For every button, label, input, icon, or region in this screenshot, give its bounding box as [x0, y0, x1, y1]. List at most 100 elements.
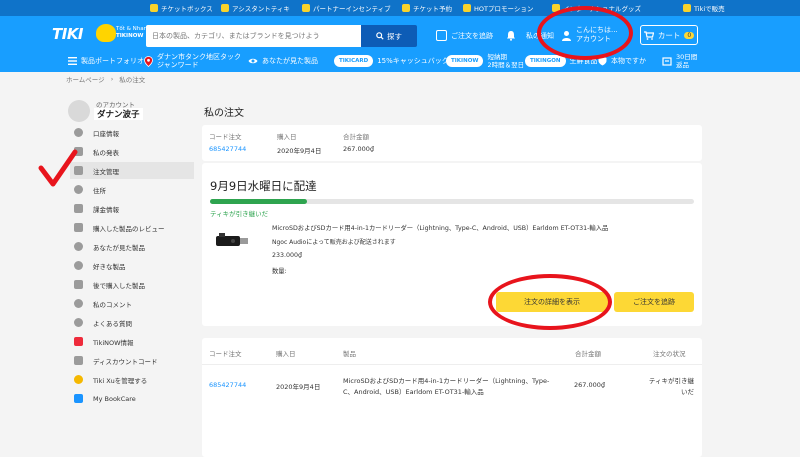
topbar-link-label: パートナーインセンティブ: [313, 5, 391, 13]
assistant-icon: [221, 4, 229, 12]
topbar-link-label: チケット予約: [413, 5, 452, 13]
sidebar-item-buy-later[interactable]: 後で購入した製品: [70, 276, 194, 293]
table-row-order-code[interactable]: 685427744: [209, 381, 246, 389]
sidebar-item-account-info[interactable]: 口座情報: [70, 124, 194, 141]
book-icon: [74, 394, 83, 403]
tikinow-text-2: 2時間＆翌日: [487, 61, 525, 69]
sidebar-item-favorites[interactable]: 好きな製品: [70, 257, 194, 274]
account-name: ダナン波子: [94, 108, 143, 120]
cart-label: カート: [657, 30, 681, 40]
sidebar-item-label: 注文管理: [93, 167, 119, 176]
search-button[interactable]: 探す: [361, 25, 417, 47]
sidebar-item-label: ディスカウントコード: [93, 357, 158, 366]
track-order-link[interactable]: ご注文を追跡: [436, 30, 493, 41]
sidebar-item-bookcare[interactable]: My BookCare: [70, 390, 194, 407]
sidebar-item-tiki-xu[interactable]: Tiki Xuを管理する: [70, 371, 194, 388]
location-label: ダナン市タンク地区タック ジャンワード: [157, 53, 241, 69]
topbar-link-sell[interactable]: Tikiで販売: [683, 1, 725, 15]
table-row-status: ティキが引き継いだ: [648, 377, 694, 396]
sidebar-item-reviews[interactable]: 購入した製品のレビュー: [70, 219, 194, 236]
sidebar-item-address[interactable]: 住所: [70, 181, 194, 198]
table-row-product[interactable]: MicroSDおよびSDカード用4-in-1カードリーダー（Lightning、…: [343, 376, 558, 398]
sidebar-item-comments[interactable]: 私のコメント: [70, 295, 194, 312]
breadcrumb-separator: ›: [110, 75, 114, 83]
delivery-title: 9月9日水曜日に配達: [210, 179, 317, 193]
search-input[interactable]: [146, 25, 361, 47]
viewed-products-label: あなたが見た製品: [262, 57, 318, 65]
topbar-link-ticketbox[interactable]: チケットボックス: [150, 1, 213, 15]
sidebar-item-label: 好きな製品: [93, 262, 126, 271]
topbar-link-assistant[interactable]: アシスタントティキ: [221, 1, 290, 15]
order-total: 267.000₫: [343, 145, 375, 153]
breadcrumb-current: 私の注文: [119, 76, 146, 84]
table-divider: [202, 364, 702, 365]
table-header-status: 注文の状況: [653, 350, 686, 358]
product-name[interactable]: MicroSDおよびSDカード用4-in-1カードリーダー（Lightning、…: [272, 223, 608, 232]
review-icon: [74, 223, 83, 232]
sidebar-item-viewed[interactable]: あなたが見た製品: [70, 238, 194, 255]
sidebar-item-label: あなたが見た製品: [93, 243, 145, 252]
sidebar-item-label: よくある質問: [93, 319, 132, 328]
tikicard-promo[interactable]: TIKICARD 15%キャッシュバック: [334, 51, 449, 71]
sidebar-item-faq[interactable]: よくある質問: [70, 314, 194, 331]
cart-button[interactable]: カート 0: [640, 25, 698, 45]
tiki-logo[interactable]: TIKI: [52, 25, 84, 43]
order-date: 2020年9月4日: [277, 147, 322, 155]
order-total-header: 合計金額: [343, 133, 369, 141]
return-box-icon: [662, 57, 672, 66]
topbar-link-label: チケットボックス: [161, 5, 213, 13]
delivery-status: ティキが引き継いだ: [210, 210, 269, 218]
returns-text-2: 返品: [676, 61, 689, 69]
order-code-link[interactable]: 685427744: [209, 145, 246, 153]
table-header-total: 合計金額: [575, 350, 601, 358]
sidebar-item-billing[interactable]: 課金情報: [70, 200, 194, 217]
ticket-icon: [150, 4, 158, 12]
sidebar-item-label: TikiNOW情報: [93, 338, 134, 347]
plane-icon: [402, 4, 410, 12]
user-icon: [74, 128, 83, 137]
tikinow-promo[interactable]: TIKINOW 短納期 2時間＆翌日: [446, 51, 524, 71]
delivery-progress-fill: [210, 199, 307, 204]
delivery-location[interactable]: ダナン市タンク地区タック ジャンワード: [144, 51, 245, 71]
sidebar-item-label: 課金情報: [93, 205, 119, 214]
table-header-code: コード注文: [209, 350, 242, 358]
product-seller: Ngoc Audioによって販売および配送されます: [272, 239, 396, 246]
topbar-link-ticket-booking[interactable]: チケット予約: [402, 1, 452, 15]
track-order-button[interactable]: ご注文を追跡: [614, 292, 694, 312]
returns-policy[interactable]: 30日間 返品: [662, 51, 697, 71]
product-price: 233.000₫: [272, 252, 303, 259]
tikinow-text-1: 短納期: [487, 53, 507, 61]
sidebar-item-orders[interactable]: 注文管理: [70, 162, 194, 179]
sidebar-item-label: My BookCare: [93, 394, 136, 403]
topbar-link-label: HOTプロモーション: [474, 5, 534, 13]
table-row-date: 2020年9月4日: [276, 383, 321, 391]
tikinow-text: 短納期 2時間＆翌日: [487, 53, 524, 69]
track-order-button-label: ご注文を追跡: [633, 298, 675, 306]
topbar-link-partner[interactable]: パートナーインセンティブ: [302, 1, 391, 15]
tikinow-badge: TIKINOW: [446, 55, 484, 67]
sidebar-item-label: 私の発表: [93, 148, 119, 157]
checkmark-annotation-icon: [38, 149, 78, 187]
categories-menu[interactable]: 製品ポートフォリオ: [68, 51, 144, 71]
tikicard-badge: TIKICARD: [334, 55, 374, 67]
heart-icon: [74, 261, 83, 270]
breadcrumb-home[interactable]: ホームページ: [66, 74, 105, 84]
search-button-label: 探す: [387, 31, 402, 41]
sidebar-item-label: Tiki Xuを管理する: [93, 376, 148, 385]
order-code-header: コード注文: [209, 133, 242, 141]
cart-icon: [74, 280, 83, 289]
sidebar-item-label: 後で購入した製品: [93, 281, 145, 290]
topbar-link-hot-promo[interactable]: HOTプロモーション: [463, 1, 533, 15]
topbar-link-label: アシスタントティキ: [232, 5, 290, 13]
viewed-products-link[interactable]: あなたが見た製品: [248, 51, 318, 71]
coupon-icon: [74, 356, 83, 365]
sidebar-item-discount-code[interactable]: ディスカウントコード: [70, 352, 194, 369]
search-icon: [376, 32, 384, 40]
product-thumbnail[interactable]: [213, 229, 253, 251]
sidebar-item-notifications[interactable]: 私の発表: [70, 143, 194, 160]
topbar-link-label: Tikiで販売: [694, 5, 725, 13]
sidebar-item-tikinow[interactable]: TikiNOW情報: [70, 333, 194, 350]
eye-icon: [74, 242, 83, 251]
tikingon-badge: TIKINGON: [525, 55, 566, 67]
cashback-label: 15%キャッシュバック: [377, 57, 449, 65]
